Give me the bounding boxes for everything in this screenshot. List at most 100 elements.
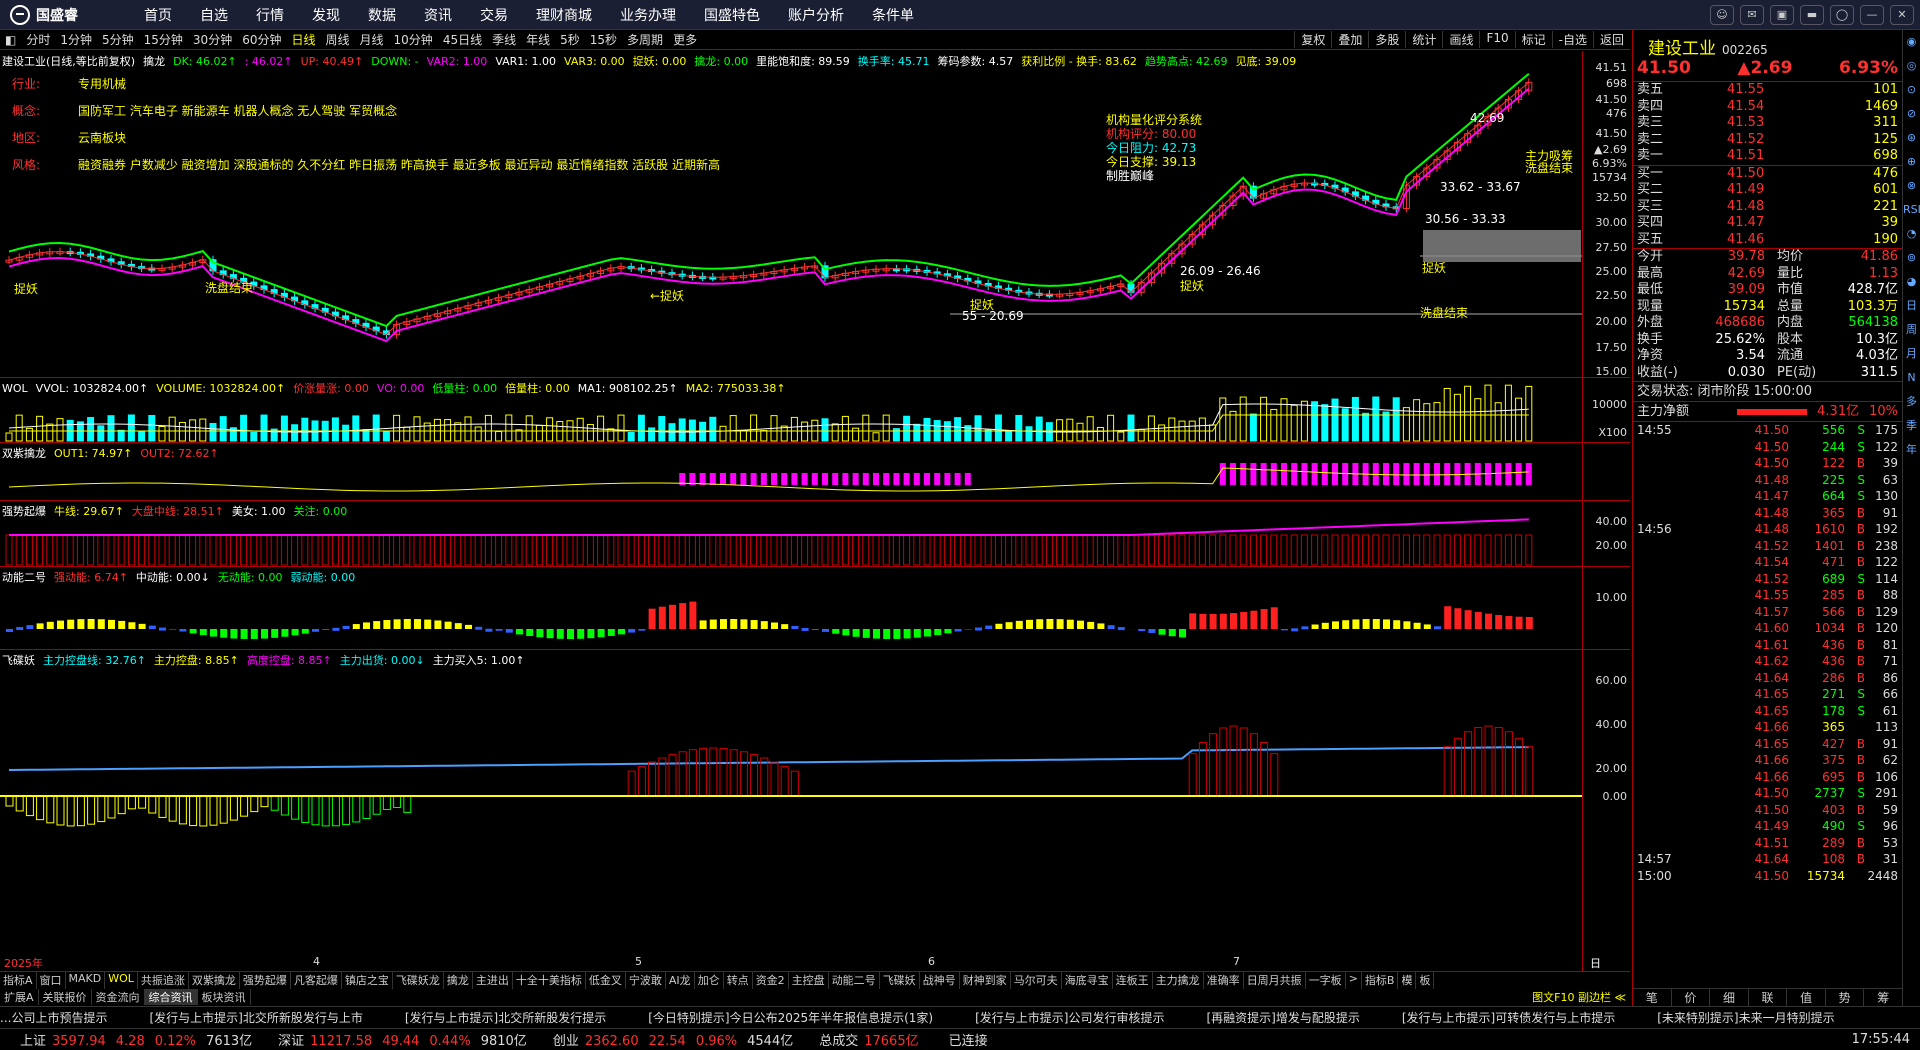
indicator-tab[interactable]: 指标A	[0, 972, 37, 989]
menu-item[interactable]: 自选	[186, 5, 242, 25]
menu-item[interactable]: 理财商城	[522, 5, 606, 25]
side-tab-icon[interactable]: 周	[1903, 318, 1920, 342]
menu-item[interactable]: 首页	[130, 5, 186, 25]
side-tab-icon[interactable]: N	[1903, 366, 1920, 390]
sub-tab[interactable]: 板块资讯	[198, 989, 251, 1005]
window-control-icon[interactable]: ▣	[1770, 4, 1794, 25]
period-tab[interactable]: 30分钟	[188, 31, 237, 48]
indicator-tab[interactable]: 加仑	[695, 972, 724, 989]
tick-list[interactable]: 14:55 41.50 556 S 175 41.50 244 S 122 41.50 122 B 39…	[1633, 422, 1902, 884]
menu-item[interactable]: 账户分析	[774, 5, 858, 25]
indicator-tab[interactable]: 转点	[724, 972, 753, 989]
news-item[interactable]: [发行与上市提示]公司发行审核提示	[975, 1009, 1164, 1026]
toolbar-button[interactable]: 统计	[1405, 31, 1442, 48]
indicator-tab[interactable]: WOL	[105, 972, 138, 989]
menu-item[interactable]: 资讯	[410, 5, 466, 25]
toolbar-button[interactable]: 标记	[1514, 31, 1552, 48]
chart-area[interactable]: 建设工业(日线,等比前复权) 擒龙 DK: 46.02↑: 46.02↑ UP: 40…	[0, 51, 1630, 1006]
indicator-tab[interactable]: 主力擒龙	[1153, 972, 1204, 989]
indicator-tab[interactable]: 战神号	[920, 972, 960, 989]
side-tab-icon[interactable]: 多	[1903, 390, 1920, 414]
dongneng-chart[interactable]	[0, 567, 1582, 650]
indicator-tab[interactable]: 板	[1416, 972, 1435, 989]
indicator-tab[interactable]: 马尔可夫	[1011, 972, 1062, 989]
period-tab[interactable]: 15分钟	[139, 31, 188, 48]
sub-tab[interactable]: 资金流向	[92, 989, 145, 1005]
indicator-tab[interactable]: 财神到家	[960, 972, 1011, 989]
window-control-icon[interactable]: ▬	[1800, 4, 1824, 25]
order-book-row[interactable]: 卖三 41.53 311	[1633, 115, 1902, 132]
period-tab[interactable]: 周线	[321, 31, 355, 48]
indicator-tab[interactable]: >	[1346, 972, 1362, 989]
indicator-tab[interactable]: 资金2	[753, 972, 789, 989]
indicator-tab[interactable]: 共振追涨	[138, 972, 189, 989]
order-book-row[interactable]: 买四 41.47 39	[1633, 215, 1902, 232]
order-book-row[interactable]: 卖一 41.51 698	[1633, 148, 1902, 165]
feidie-chart[interactable]	[0, 650, 1582, 1006]
period-tab[interactable]: 季线	[487, 31, 521, 48]
quote-tab[interactable]: 筹	[1864, 989, 1904, 1006]
kline-chart[interactable]: 捉妖洗盘结束捉妖←捉妖捉妖捉妖洗盘结束捉妖洗盘结束主力吸筹26.09 - 26.…	[0, 51, 1582, 378]
menu-item[interactable]: 业务办理	[606, 5, 690, 25]
indicator-tab[interactable]: 飞碟妖龙	[393, 972, 444, 989]
news-item[interactable]: ...公司上市预告提示	[0, 1009, 107, 1026]
menu-item[interactable]: 行情	[242, 5, 298, 25]
toolbar-button[interactable]: 返回	[1592, 31, 1630, 48]
indicator-tab[interactable]: 一字板	[1306, 972, 1346, 989]
menu-item[interactable]: 国盛特色	[690, 5, 774, 25]
shuangzi-panel[interactable]: 双紫擒龙 OUT1: 74.97↑ OUT2: 72.62↑	[0, 443, 1630, 501]
period-tab[interactable]: 15秒	[585, 31, 622, 48]
menu-item[interactable]: 数据	[354, 5, 410, 25]
window-control-icon[interactable]: ✕	[1890, 4, 1914, 25]
indicator-tab[interactable]: 镇店之宝	[342, 972, 393, 989]
order-book-row[interactable]: 卖五 41.55 101	[1633, 82, 1902, 99]
indicator-tab[interactable]: 指标B	[1362, 972, 1399, 989]
indicator-tab[interactable]: 低金叉	[586, 972, 626, 989]
indicator-tab[interactable]: 强势起爆	[240, 972, 291, 989]
side-tab-icon[interactable]: 季	[1903, 414, 1920, 438]
order-book-row[interactable]: 卖四 41.54 1469	[1633, 99, 1902, 116]
volume-chart[interactable]	[0, 378, 1582, 443]
toolbar-button[interactable]: 复权	[1294, 31, 1331, 48]
indicator-tab[interactable]: 飞碟妖	[880, 972, 920, 989]
side-tab-icon[interactable]: ⊗	[1903, 174, 1920, 198]
side-tab-icon[interactable]: ◉	[1903, 30, 1920, 54]
sub-tab[interactable]: 关联报价	[39, 989, 92, 1005]
order-book-row[interactable]: 买二 41.49 601	[1633, 182, 1902, 199]
window-control-icon[interactable]: ✉	[1740, 4, 1764, 25]
side-tab-icon[interactable]: 年	[1903, 438, 1920, 462]
indicator-tab[interactable]: 凡客起爆	[291, 972, 342, 989]
period-tab[interactable]: 5分钟	[97, 31, 139, 48]
quote-tab[interactable]: 势	[1826, 989, 1865, 1006]
period-tab[interactable]: 多周期	[622, 31, 668, 48]
order-book-row[interactable]: 买五 41.46 190	[1633, 232, 1902, 249]
side-tab-icon[interactable]: ◎	[1903, 54, 1920, 78]
side-tab-icon[interactable]: RSI	[1903, 198, 1920, 222]
period-tab[interactable]: 10分钟	[389, 31, 438, 48]
indicator-tab[interactable]: 宁波敢	[626, 972, 666, 989]
news-item[interactable]: [再融资提示]增发与配股提示	[1206, 1009, 1359, 1026]
side-tab-icon[interactable]: ⊕	[1903, 150, 1920, 174]
news-item[interactable]: [发行与上市提示]北交所新股发行提示	[405, 1009, 606, 1026]
period-tab[interactable]: 更多	[668, 31, 702, 48]
order-book-row[interactable]: 买三 41.48 221	[1633, 199, 1902, 216]
window-control-icon[interactable]: —	[1860, 4, 1884, 25]
period-tab[interactable]: 45日线	[438, 31, 487, 48]
menu-item[interactable]: 条件单	[858, 5, 928, 25]
toolbar-button[interactable]: 多股	[1368, 31, 1405, 48]
sub-tab[interactable]: 综合资讯	[144, 989, 198, 1005]
toolbar-button[interactable]: 叠加	[1331, 31, 1368, 48]
indicator-tab[interactable]: 擒龙	[444, 972, 473, 989]
indicator-tab[interactable]: 准确率	[1204, 972, 1244, 989]
period-tab[interactable]: 日线	[286, 31, 320, 48]
quote-tab[interactable]: 联	[1749, 989, 1788, 1006]
period-tab[interactable]: 分时	[21, 31, 55, 48]
menu-item[interactable]: 交易	[466, 5, 522, 25]
indicator-tab[interactable]: MAKD	[66, 972, 106, 989]
indicator-tab[interactable]: 窗口	[37, 972, 66, 989]
dongneng-panel[interactable]: 动能二号 强动能: 6.74↑ 中动能: 0.00↓ 无动能: 0.00 弱动能: 0.…	[0, 567, 1630, 650]
f10-sidebar-toggle[interactable]: 图文F10 副边栏 ≪	[1532, 989, 1630, 1005]
quote-tab[interactable]: 价	[1672, 989, 1711, 1006]
feidie-panel[interactable]: 飞碟妖 主力控盘线: 32.76↑ 主力控盘: 8.85↑ 高度控盘: 8.85↑ 主力…	[0, 650, 1630, 1006]
news-item[interactable]: [今日特别提示]今日公布2025年半年报信息提示(1家)	[648, 1009, 933, 1026]
